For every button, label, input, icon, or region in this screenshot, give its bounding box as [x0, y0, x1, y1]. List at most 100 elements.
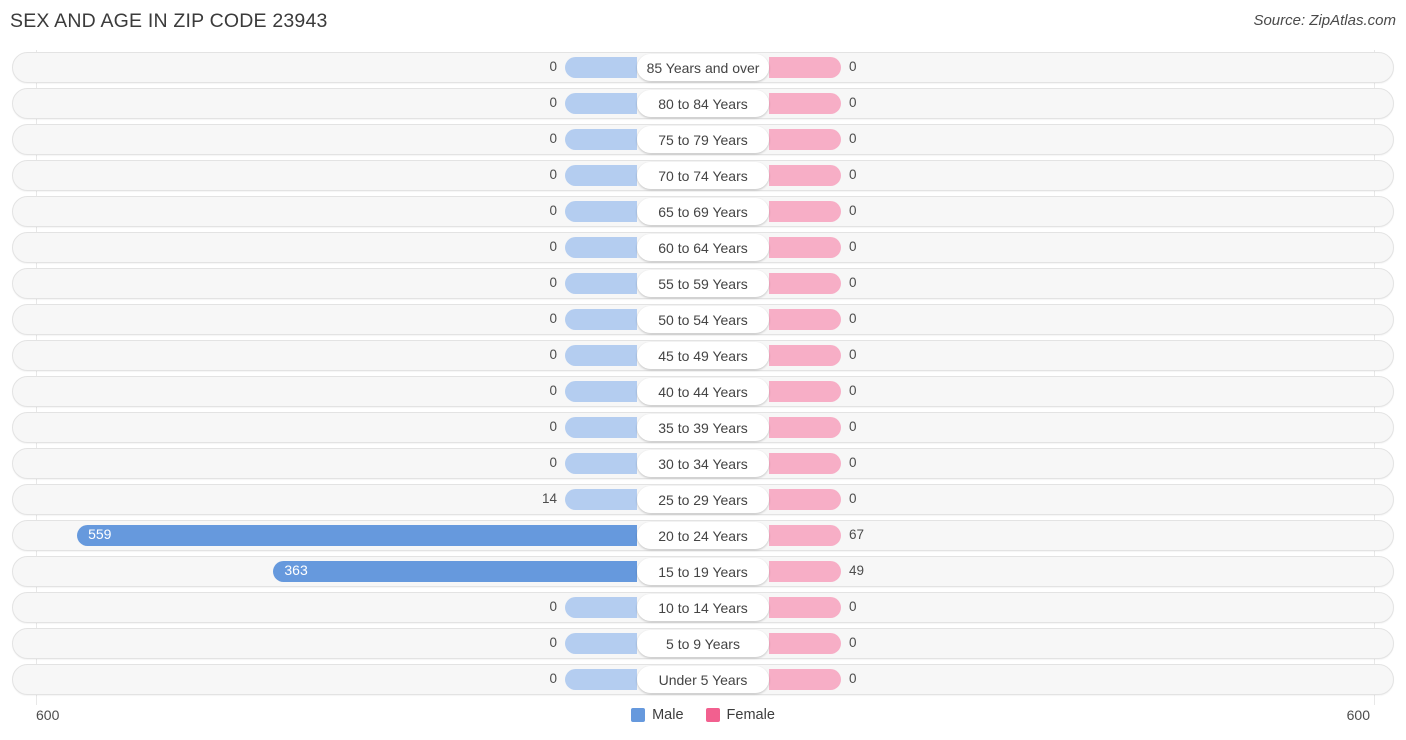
- value-label-female: 0: [849, 59, 857, 74]
- value-label-female: 0: [849, 599, 857, 614]
- age-group-label: 70 to 74 Years: [637, 162, 769, 189]
- bar-male: [565, 417, 637, 438]
- page-title: SEX AND AGE IN ZIP CODE 23943: [10, 10, 328, 32]
- value-label-female: 0: [849, 635, 857, 650]
- value-label-male: 0: [549, 455, 557, 470]
- value-label-female: 0: [849, 671, 857, 686]
- chart-row: 80 to 84 Years 0 0: [0, 86, 1406, 122]
- age-group-label: 75 to 79 Years: [637, 126, 769, 153]
- bar-female: [769, 669, 841, 690]
- value-label-male: 14: [541, 491, 557, 506]
- chart-rows: 85 Years and over 0 0 80 to 84 Years 0 0 75 to…: [0, 50, 1406, 698]
- value-label-male: 0: [549, 95, 557, 110]
- value-label-female: 0: [849, 275, 857, 290]
- bar-female: [769, 201, 841, 222]
- bar-female: [769, 129, 841, 150]
- bar-female: [769, 525, 841, 546]
- value-label-male: 0: [549, 239, 557, 254]
- chart-row: 35 to 39 Years 0 0: [0, 410, 1406, 446]
- value-label-male: 0: [549, 203, 557, 218]
- bar-male: [565, 273, 637, 294]
- bar-male: [565, 633, 637, 654]
- bar-male: [565, 57, 637, 78]
- value-label-male: 0: [549, 59, 557, 74]
- value-label-female: 0: [849, 347, 857, 362]
- chart-row: 50 to 54 Years 0 0: [0, 302, 1406, 338]
- bar-female: [769, 417, 841, 438]
- bar-male: [565, 129, 637, 150]
- value-label-male: 0: [549, 347, 557, 362]
- value-label-female: 0: [849, 491, 857, 506]
- age-group-label: 40 to 44 Years: [637, 378, 769, 405]
- age-group-label: 20 to 24 Years: [637, 522, 769, 549]
- value-label-male: 0: [549, 131, 557, 146]
- age-group-label: 60 to 64 Years: [637, 234, 769, 261]
- value-label-male: 559: [88, 526, 112, 542]
- bar-male: [565, 93, 637, 114]
- legend-item[interactable]: Female: [705, 707, 775, 723]
- bar-female: [769, 561, 841, 582]
- value-label-male: 0: [549, 599, 557, 614]
- bar-female: [769, 345, 841, 366]
- value-label-female: 0: [849, 419, 857, 434]
- chart-row: 10 to 14 Years 0 0: [0, 590, 1406, 626]
- chart-row: 40 to 44 Years 0 0: [0, 374, 1406, 410]
- bar-female: [769, 381, 841, 402]
- legend-item[interactable]: Male: [631, 707, 684, 723]
- value-label-female: 0: [849, 455, 857, 470]
- age-group-label: 50 to 54 Years: [637, 306, 769, 333]
- value-label-male: 0: [549, 383, 557, 398]
- age-group-label: 15 to 19 Years: [637, 558, 769, 585]
- value-label-female: 0: [849, 239, 857, 254]
- chart-footer: 600 600 Male Female: [0, 702, 1406, 740]
- value-label-female: 0: [849, 311, 857, 326]
- value-label-female: 0: [849, 131, 857, 146]
- chart-legend: Male Female: [0, 707, 1406, 723]
- chart-row: 60 to 64 Years 0 0: [0, 230, 1406, 266]
- chart-row: 20 to 24 Years 559 67: [0, 518, 1406, 554]
- square-swatch-icon: [631, 708, 646, 722]
- value-label-female: 0: [849, 383, 857, 398]
- bar-male: [565, 453, 637, 474]
- value-label-female: 67: [849, 527, 865, 542]
- chart-row: 75 to 79 Years 0 0: [0, 122, 1406, 158]
- value-label-female: 0: [849, 167, 857, 182]
- age-group-label: 85 Years and over: [637, 54, 769, 81]
- value-label-female: 0: [849, 203, 857, 218]
- bar-male: [565, 201, 637, 222]
- bar-female: [769, 633, 841, 654]
- bar-male: [565, 597, 637, 618]
- chart-row: 45 to 49 Years 0 0: [0, 338, 1406, 374]
- value-label-male: 0: [549, 167, 557, 182]
- chart-row: 30 to 34 Years 0 0: [0, 446, 1406, 482]
- age-group-label: Under 5 Years: [637, 666, 769, 693]
- bar-female: [769, 237, 841, 258]
- chart-row: Under 5 Years 0 0: [0, 662, 1406, 698]
- age-group-label: 10 to 14 Years: [637, 594, 769, 621]
- bar-male: [565, 165, 637, 186]
- value-label-male: 0: [549, 275, 557, 290]
- bar-male: [565, 669, 637, 690]
- bar-female: [769, 93, 841, 114]
- value-label-female: 0: [849, 95, 857, 110]
- bar-male: [565, 381, 637, 402]
- chart-row: 55 to 59 Years 0 0: [0, 266, 1406, 302]
- bar-male: [273, 561, 637, 582]
- age-group-label: 25 to 29 Years: [637, 486, 769, 513]
- population-pyramid-chart: 85 Years and over 0 0 80 to 84 Years 0 0 75 to…: [0, 50, 1406, 705]
- value-label-male: 0: [549, 311, 557, 326]
- chart-page: SEX AND AGE IN ZIP CODE 23943 Source: Zi…: [0, 0, 1406, 740]
- chart-row: 85 Years and over 0 0: [0, 50, 1406, 86]
- bar-male: [565, 345, 637, 366]
- value-label-male: 0: [549, 671, 557, 686]
- value-label-male: 0: [549, 419, 557, 434]
- bar-female: [769, 309, 841, 330]
- age-group-label: 30 to 34 Years: [637, 450, 769, 477]
- legend-label: Female: [726, 707, 775, 723]
- bar-female: [769, 489, 841, 510]
- bar-male: [77, 525, 637, 546]
- bar-male: [565, 237, 637, 258]
- age-group-label: 80 to 84 Years: [637, 90, 769, 117]
- bar-male: [565, 309, 637, 330]
- bar-female: [769, 165, 841, 186]
